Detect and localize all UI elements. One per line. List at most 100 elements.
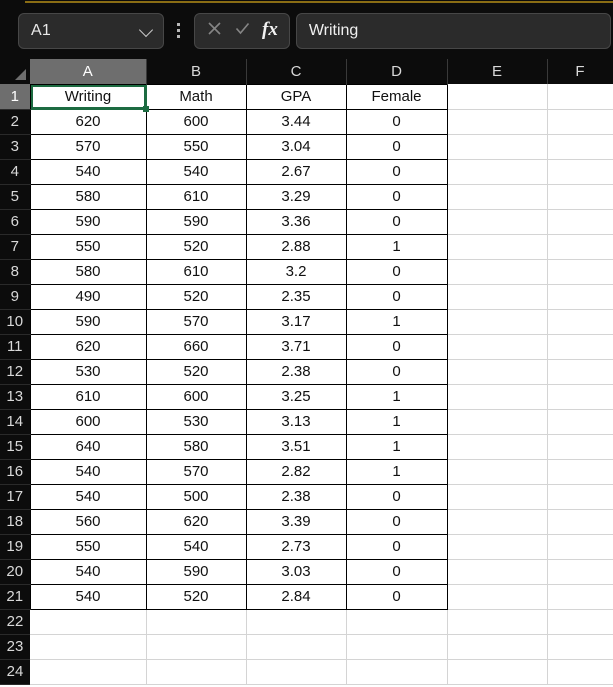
cell-B1[interactable]: Math xyxy=(146,83,247,110)
cell-C14[interactable]: 3.13 xyxy=(246,409,347,435)
cell-E3[interactable] xyxy=(447,134,548,160)
cell-A21[interactable]: 540 xyxy=(29,584,147,610)
cell-C23[interactable] xyxy=(246,634,347,660)
cell-C16[interactable]: 2.82 xyxy=(246,459,347,485)
cell-F21[interactable] xyxy=(547,584,613,610)
cell-D19[interactable]: 0 xyxy=(346,534,448,560)
cell-E5[interactable] xyxy=(447,184,548,210)
cell-E10[interactable] xyxy=(447,309,548,335)
cell-D1[interactable]: Female xyxy=(346,83,448,110)
cell-E23[interactable] xyxy=(447,634,548,660)
cell-F12[interactable] xyxy=(547,359,613,385)
row-header-11[interactable]: 11 xyxy=(0,334,30,360)
row-header-8[interactable]: 8 xyxy=(0,259,30,285)
cell-F1[interactable] xyxy=(547,84,613,110)
cell-F8[interactable] xyxy=(547,259,613,285)
cell-B8[interactable]: 610 xyxy=(146,259,247,285)
cell-C21[interactable]: 2.84 xyxy=(246,584,347,610)
cell-B9[interactable]: 520 xyxy=(146,284,247,310)
cell-F19[interactable] xyxy=(547,534,613,560)
row-header-12[interactable]: 12 xyxy=(0,359,30,385)
cell-A4[interactable]: 540 xyxy=(29,159,147,185)
cell-A9[interactable]: 490 xyxy=(29,284,147,310)
cell-F2[interactable] xyxy=(547,109,613,135)
cell-B3[interactable]: 550 xyxy=(146,134,247,160)
cell-F5[interactable] xyxy=(547,184,613,210)
cell-F23[interactable] xyxy=(547,634,613,660)
cell-D13[interactable]: 1 xyxy=(346,384,448,410)
cell-D24[interactable] xyxy=(346,659,448,685)
cell-C6[interactable]: 3.36 xyxy=(246,209,347,235)
cell-F16[interactable] xyxy=(547,459,613,485)
cell-B16[interactable]: 570 xyxy=(146,459,247,485)
row-header-15[interactable]: 15 xyxy=(0,434,30,460)
cell-F15[interactable] xyxy=(547,434,613,460)
formula-input[interactable]: Writing xyxy=(295,12,611,49)
cell-E24[interactable] xyxy=(447,659,548,685)
row-header-23[interactable]: 23 xyxy=(0,634,30,660)
cell-B14[interactable]: 530 xyxy=(146,409,247,435)
cell-A2[interactable]: 620 xyxy=(29,109,147,135)
cell-A22[interactable] xyxy=(30,609,147,635)
cell-D11[interactable]: 0 xyxy=(346,334,448,360)
cell-A11[interactable]: 620 xyxy=(29,334,147,360)
row-header-5[interactable]: 5 xyxy=(0,184,30,210)
cell-D8[interactable]: 0 xyxy=(346,259,448,285)
cell-D10[interactable]: 1 xyxy=(346,309,448,335)
cell-B23[interactable] xyxy=(146,634,247,660)
cell-F4[interactable] xyxy=(547,159,613,185)
cell-C22[interactable] xyxy=(246,609,347,635)
cell-E8[interactable] xyxy=(447,259,548,285)
cell-D17[interactable]: 0 xyxy=(346,484,448,510)
cell-D14[interactable]: 1 xyxy=(346,409,448,435)
cell-F13[interactable] xyxy=(547,384,613,410)
cell-D4[interactable]: 0 xyxy=(346,159,448,185)
cell-E22[interactable] xyxy=(447,609,548,635)
cell-E18[interactable] xyxy=(447,509,548,535)
cell-C19[interactable]: 2.73 xyxy=(246,534,347,560)
cell-C3[interactable]: 3.04 xyxy=(246,134,347,160)
column-header-d[interactable]: D xyxy=(346,59,448,84)
row-header-2[interactable]: 2 xyxy=(0,109,30,135)
cell-E6[interactable] xyxy=(447,209,548,235)
column-header-c[interactable]: C xyxy=(246,59,347,84)
name-box[interactable]: A1 xyxy=(18,12,164,49)
cell-A5[interactable]: 580 xyxy=(29,184,147,210)
cell-B20[interactable]: 590 xyxy=(146,559,247,585)
check-icon[interactable] xyxy=(234,20,251,42)
sheet-grid[interactable]: ABCDEF 1 Writing Math GPA Female 2 620 600 3.44 0… xyxy=(0,59,613,687)
row-header-1[interactable]: 1 xyxy=(0,84,30,110)
cell-D18[interactable]: 0 xyxy=(346,509,448,535)
cell-B24[interactable] xyxy=(146,659,247,685)
cell-A18[interactable]: 560 xyxy=(29,509,147,535)
cell-F20[interactable] xyxy=(547,559,613,585)
column-header-f[interactable]: F xyxy=(547,59,613,84)
cell-D3[interactable]: 0 xyxy=(346,134,448,160)
cell-A15[interactable]: 640 xyxy=(29,434,147,460)
kebab-menu-icon[interactable] xyxy=(168,16,188,46)
cell-E7[interactable] xyxy=(447,234,548,260)
cell-A12[interactable]: 530 xyxy=(29,359,147,385)
cell-E14[interactable] xyxy=(447,409,548,435)
cell-B21[interactable]: 520 xyxy=(146,584,247,610)
cell-B19[interactable]: 540 xyxy=(146,534,247,560)
close-icon[interactable] xyxy=(206,20,223,42)
cell-C20[interactable]: 3.03 xyxy=(246,559,347,585)
cell-B6[interactable]: 590 xyxy=(146,209,247,235)
cell-E17[interactable] xyxy=(447,484,548,510)
cell-D2[interactable]: 0 xyxy=(346,109,448,135)
cell-B22[interactable] xyxy=(146,609,247,635)
cell-F14[interactable] xyxy=(547,409,613,435)
chevron-down-icon[interactable] xyxy=(140,24,153,37)
cell-A20[interactable]: 540 xyxy=(29,559,147,585)
cell-B15[interactable]: 580 xyxy=(146,434,247,460)
cell-D7[interactable]: 1 xyxy=(346,234,448,260)
cell-E4[interactable] xyxy=(447,159,548,185)
select-all-triangle-icon[interactable] xyxy=(0,59,30,84)
cell-B5[interactable]: 610 xyxy=(146,184,247,210)
cell-C4[interactable]: 2.67 xyxy=(246,159,347,185)
cell-F10[interactable] xyxy=(547,309,613,335)
cell-C7[interactable]: 2.88 xyxy=(246,234,347,260)
cell-A8[interactable]: 580 xyxy=(29,259,147,285)
cell-A23[interactable] xyxy=(30,634,147,660)
